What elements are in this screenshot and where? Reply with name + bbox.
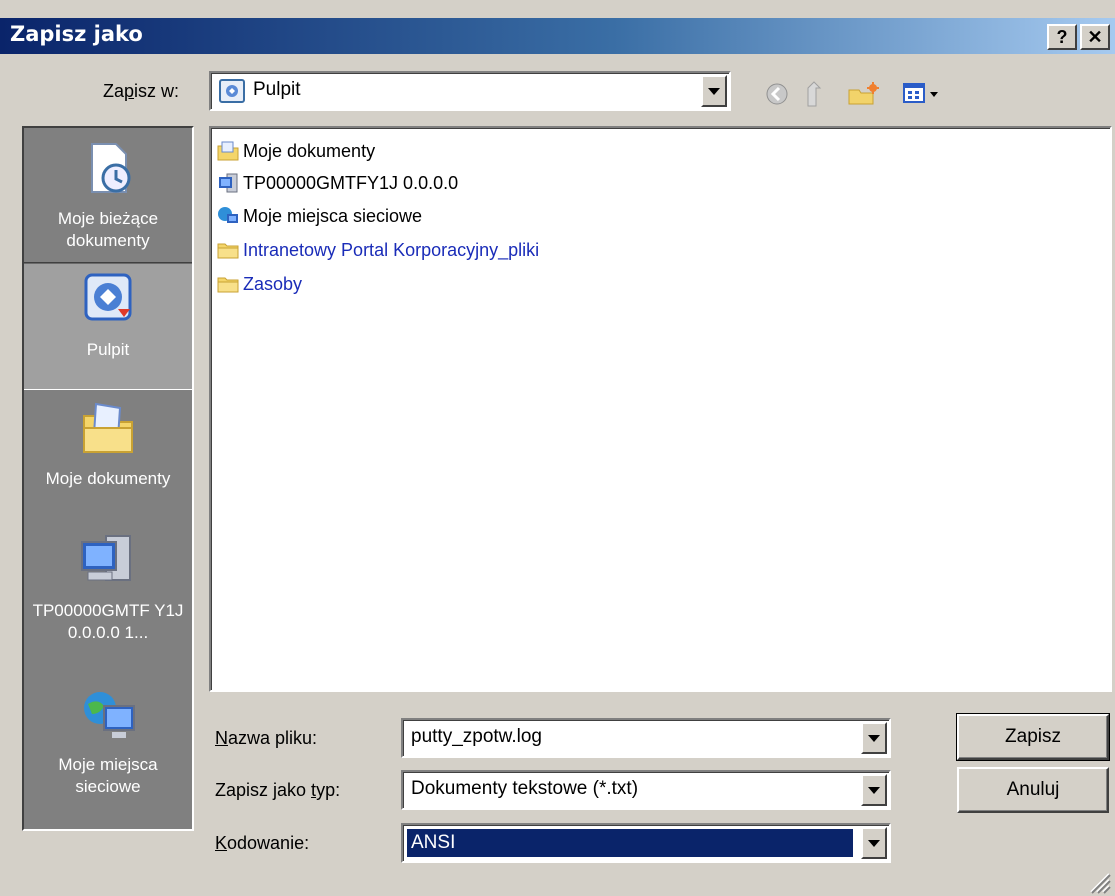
list-item[interactable]: Moje dokumenty bbox=[217, 136, 375, 166]
folder-icon bbox=[217, 277, 239, 293]
place-label: Moje miejsca sieciowe bbox=[58, 755, 158, 796]
folder-icon bbox=[217, 243, 239, 259]
up-folder-icon[interactable] bbox=[800, 80, 828, 108]
list-item[interactable]: Zasoby bbox=[217, 269, 302, 299]
computer-icon bbox=[81, 535, 131, 581]
title-bar: Zapisz jako ? ✕ bbox=[0, 18, 1115, 54]
place-my-documents[interactable]: Moje dokumenty bbox=[24, 392, 192, 524]
my-documents-folder-icon bbox=[217, 141, 239, 161]
dialog-title: Zapisz jako bbox=[10, 22, 143, 46]
place-label: Moje bieżące dokumenty bbox=[57, 209, 159, 250]
filetype-value: Dokumenty tekstowe (*.txt) bbox=[411, 778, 639, 799]
save-in-value: Pulpit bbox=[253, 79, 301, 100]
file-name: Intranetowy Portal Korporacyjny_pliki bbox=[243, 239, 540, 260]
back-icon[interactable] bbox=[763, 80, 791, 108]
save-as-dialog: Zapisz jako ? ✕ Zapisz w: Pulpit Moje bi… bbox=[0, 0, 1115, 896]
recent-documents-icon bbox=[91, 143, 131, 193]
computer-icon bbox=[219, 173, 238, 193]
place-my-computer[interactable]: TP00000GMTF Y1J 0.0.0.0 1... bbox=[24, 524, 192, 678]
encoding-value: ANSI bbox=[406, 828, 854, 858]
filename-value: putty_zpotw.log bbox=[411, 726, 542, 747]
file-name: Moje miejsca sieciowe bbox=[243, 205, 423, 226]
places-bar: Moje bieżące dokumenty Pulpit Moje dokum… bbox=[22, 126, 194, 831]
resize-grip-icon[interactable] bbox=[1085, 868, 1111, 894]
filename-dropdown-button[interactable] bbox=[861, 722, 887, 754]
chevron-down-icon bbox=[868, 786, 880, 794]
desktop-icon bbox=[84, 273, 132, 321]
network-icon bbox=[218, 207, 238, 223]
file-name: Zasoby bbox=[243, 273, 303, 294]
filetype-dropdown-button[interactable] bbox=[861, 774, 887, 806]
cancel-button-label: Anuluj bbox=[1006, 779, 1060, 800]
filename-label: Nazwa pliku: bbox=[215, 728, 318, 748]
my-documents-icon bbox=[83, 402, 133, 453]
file-name: TP00000GMTFY1J 0.0.0.0 bbox=[243, 172, 459, 193]
save-button[interactable]: Zapisz bbox=[956, 713, 1110, 761]
close-button[interactable]: ✕ bbox=[1080, 24, 1110, 50]
filename-input[interactable]: putty_zpotw.log bbox=[401, 718, 891, 758]
view-menu-icon[interactable] bbox=[900, 80, 948, 108]
place-label: TP00000GMTF Y1J 0.0.0.0 1... bbox=[32, 601, 184, 642]
cancel-button[interactable]: Anuluj bbox=[957, 767, 1109, 813]
encoding-select[interactable]: ANSI bbox=[401, 823, 891, 863]
place-network[interactable]: Moje miejsca sieciowe bbox=[24, 678, 192, 824]
place-desktop[interactable]: Pulpit bbox=[24, 262, 192, 390]
save-in-combo[interactable]: Pulpit bbox=[209, 71, 731, 111]
encoding-label: Kodowanie: bbox=[215, 833, 310, 853]
place-label: Pulpit bbox=[86, 340, 130, 359]
save-in-dropdown-button[interactable] bbox=[701, 75, 727, 107]
chevron-down-icon bbox=[868, 734, 880, 742]
file-name: Moje dokumenty bbox=[243, 140, 376, 161]
save-button-label: Zapisz bbox=[1005, 726, 1061, 747]
filetype-select[interactable]: Dokumenty tekstowe (*.txt) bbox=[401, 770, 891, 810]
help-button[interactable]: ? bbox=[1047, 24, 1077, 50]
list-item[interactable]: TP00000GMTFY1J 0.0.0.0 bbox=[217, 168, 458, 198]
filetype-label: Zapisz jako typ: bbox=[215, 780, 341, 800]
place-label: Moje dokumenty bbox=[45, 469, 171, 488]
chevron-down-icon bbox=[708, 87, 720, 95]
new-folder-icon[interactable] bbox=[847, 80, 881, 108]
save-in-label: Zapisz w: bbox=[103, 81, 180, 101]
file-list[interactable]: Moje dokumenty TP00000GMTFY1J 0.0.0.0 Mo… bbox=[209, 126, 1112, 692]
network-places-icon bbox=[84, 692, 135, 738]
chevron-down-icon bbox=[868, 839, 880, 847]
list-item[interactable]: Moje miejsca sieciowe bbox=[217, 201, 422, 231]
list-item[interactable]: Intranetowy Portal Korporacyjny_pliki bbox=[217, 235, 539, 265]
place-recent-documents[interactable]: Moje bieżące dokumenty bbox=[24, 132, 192, 262]
encoding-dropdown-button[interactable] bbox=[861, 827, 887, 859]
desktop-icon bbox=[219, 79, 245, 103]
